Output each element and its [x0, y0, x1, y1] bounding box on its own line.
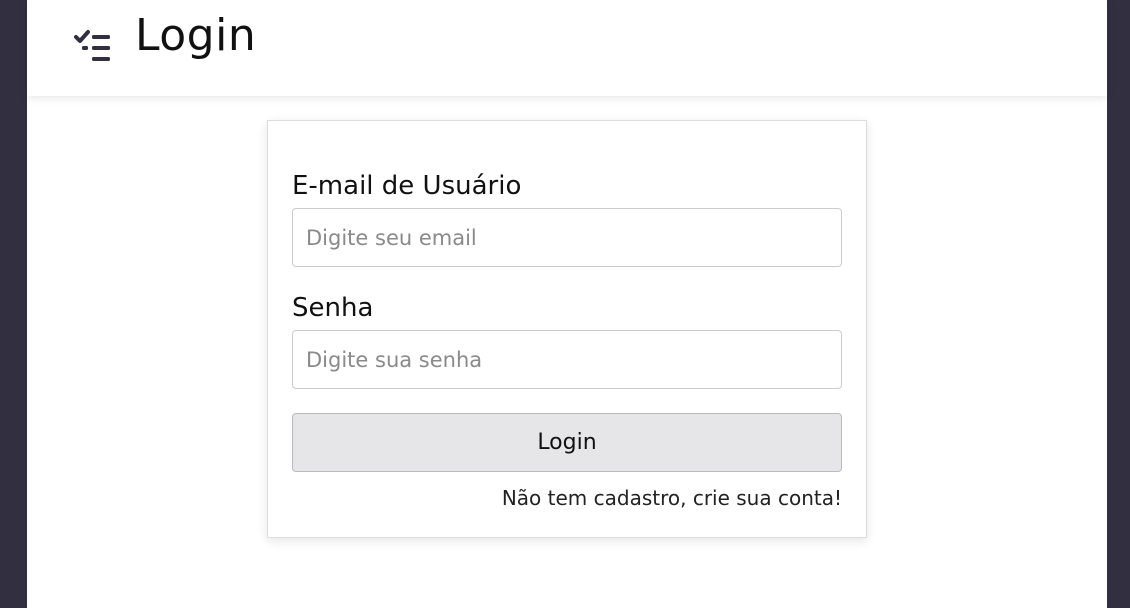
page-title: Login: [135, 10, 257, 61]
checklist-icon: [74, 30, 110, 61]
main-page: Login E-mail de Usuário Senha Login Não …: [27, 0, 1107, 608]
header-bar: Login: [27, 0, 1107, 96]
login-card: E-mail de Usuário Senha Login Não tem ca…: [267, 120, 867, 538]
password-label: Senha: [292, 293, 374, 323]
email-label: E-mail de Usuário: [292, 171, 522, 201]
email-input[interactable]: [292, 208, 842, 267]
password-input[interactable]: [292, 330, 842, 389]
signup-link[interactable]: Não tem cadastro, crie sua conta!: [502, 486, 842, 510]
login-button[interactable]: Login: [292, 413, 842, 472]
